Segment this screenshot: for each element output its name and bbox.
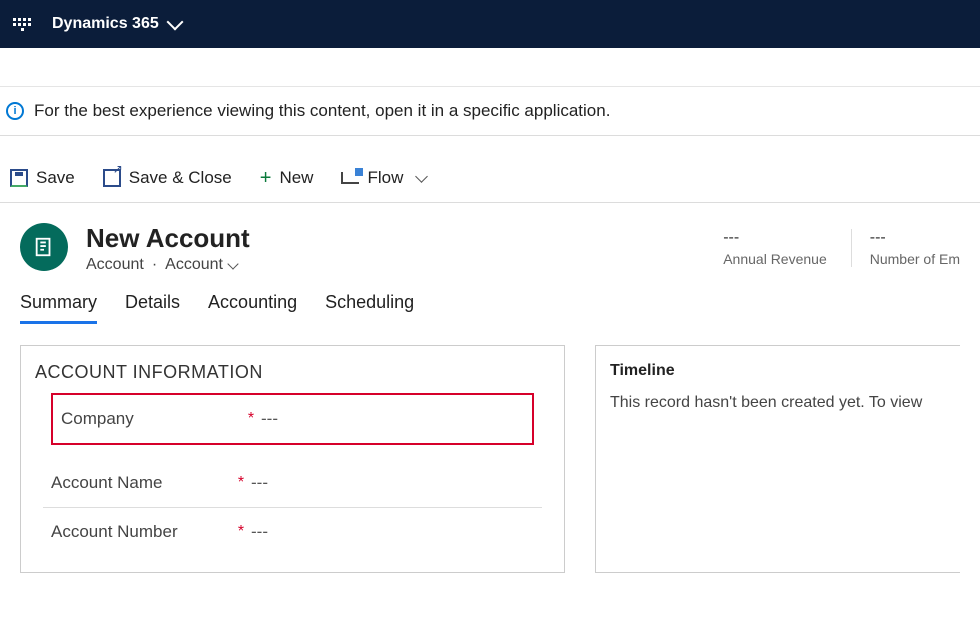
- tab-scheduling[interactable]: Scheduling: [325, 292, 414, 324]
- header-stats: --- Annual Revenue --- Number of Em: [723, 223, 960, 274]
- stat-value: ---: [870, 229, 960, 247]
- stat-label: Number of Em: [870, 251, 960, 267]
- stat-label: Annual Revenue: [723, 251, 827, 267]
- save-icon: [10, 169, 28, 187]
- field-label: Company: [61, 409, 241, 429]
- form-tabs: Summary Details Accounting Scheduling: [0, 282, 980, 325]
- field-company[interactable]: Company * ---: [51, 393, 534, 445]
- record-header: New Account Account Account --- Annual R…: [0, 203, 980, 282]
- field-account-name[interactable]: Account Name * ---: [43, 459, 542, 508]
- flow-icon: [341, 172, 359, 184]
- content-area: ACCOUNT INFORMATION Company * --- Accoun…: [0, 325, 980, 593]
- save-close-label: Save & Close: [129, 168, 232, 188]
- page-title: New Account: [86, 223, 250, 254]
- info-icon: i: [6, 102, 24, 120]
- timeline-title: Timeline: [610, 362, 946, 380]
- field-label: Account Number: [51, 522, 231, 542]
- save-label: Save: [36, 168, 75, 188]
- notification-text: For the best experience viewing this con…: [34, 101, 610, 121]
- entity-icon: [20, 223, 68, 271]
- stat-value: ---: [723, 229, 827, 247]
- timeline-panel: Timeline This record hasn't been created…: [595, 345, 960, 573]
- account-name-input[interactable]: ---: [251, 473, 534, 493]
- stat-annual-revenue: --- Annual Revenue: [723, 229, 827, 267]
- tab-details[interactable]: Details: [125, 292, 180, 324]
- form-name: Account: [165, 256, 223, 274]
- flow-label: Flow: [367, 168, 403, 188]
- save-close-icon: [103, 169, 121, 187]
- field-account-number[interactable]: Account Number * ---: [43, 508, 542, 556]
- required-indicator-icon: *: [231, 474, 251, 492]
- required-indicator-icon: *: [241, 410, 261, 428]
- save-and-close-button[interactable]: Save & Close: [103, 168, 232, 188]
- field-label: Account Name: [51, 473, 231, 493]
- required-indicator-icon: *: [231, 523, 251, 541]
- app-launcher-icon[interactable]: [12, 14, 32, 34]
- save-button[interactable]: Save: [10, 168, 75, 188]
- entity-name: Account: [86, 256, 144, 274]
- timeline-empty-message: This record hasn't been created yet. To …: [610, 394, 946, 412]
- chevron-down-icon: [227, 258, 238, 269]
- chevron-down-icon: [415, 170, 428, 183]
- top-navigation-bar: Dynamics 365: [0, 0, 980, 48]
- account-number-input[interactable]: ---: [251, 522, 534, 542]
- brand-label: Dynamics 365: [52, 15, 159, 33]
- flow-button[interactable]: Flow: [341, 168, 426, 188]
- plus-icon: +: [260, 168, 272, 188]
- chevron-down-icon: [166, 14, 183, 31]
- section-title: ACCOUNT INFORMATION: [35, 362, 550, 383]
- breadcrumb[interactable]: Account Account: [86, 256, 250, 274]
- stat-number-of-employees: --- Number of Em: [851, 229, 960, 267]
- account-information-panel: ACCOUNT INFORMATION Company * --- Accoun…: [20, 345, 565, 573]
- tab-accounting[interactable]: Accounting: [208, 292, 297, 324]
- tab-summary[interactable]: Summary: [20, 292, 97, 324]
- new-label: New: [279, 168, 313, 188]
- command-bar: Save Save & Close + New Flow: [0, 154, 980, 203]
- brand-dropdown[interactable]: Dynamics 365: [52, 15, 181, 33]
- new-button[interactable]: + New: [260, 168, 314, 188]
- separator-icon: [150, 256, 159, 274]
- company-input[interactable]: ---: [261, 409, 524, 429]
- notification-bar: i For the best experience viewing this c…: [0, 86, 980, 136]
